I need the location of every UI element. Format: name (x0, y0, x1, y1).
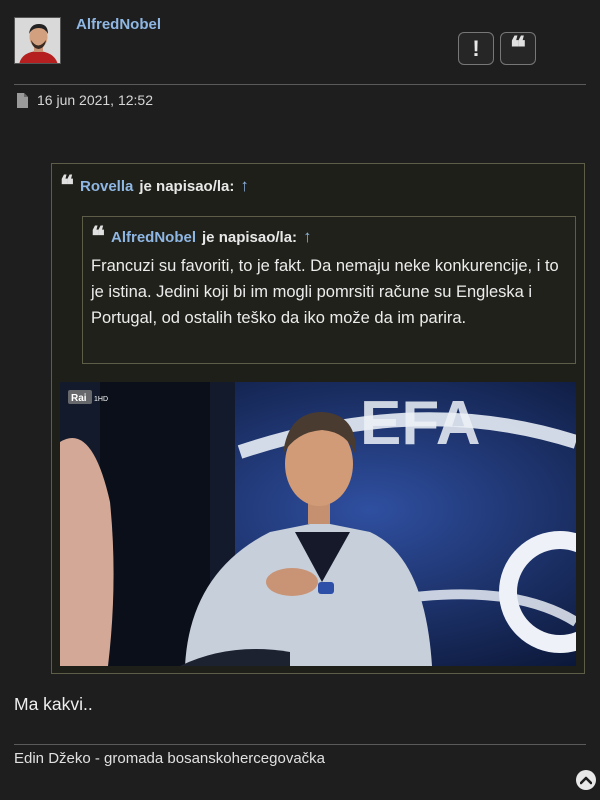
avatar[interactable] (14, 17, 61, 64)
nested-quote-block: ❝ AlfredNobel je napisao/la: ↑ Francuzi … (82, 216, 576, 364)
quote-icon: ❝ (91, 222, 105, 252)
avatar-image (15, 18, 60, 63)
quote-button[interactable]: ❝ (500, 32, 536, 65)
broadcaster-logo: Rai (71, 393, 87, 404)
post-date: 16 jun 2021, 12:52 (37, 92, 153, 108)
quote-author-link[interactable]: Rovella (80, 178, 133, 195)
quoted-image[interactable]: EFA Rai 1HD (60, 382, 576, 666)
quote-header: ❝ Rovella je napisao/la: ↑ (60, 171, 249, 201)
divider (14, 84, 586, 85)
signature-divider (14, 744, 586, 745)
post-body: Ma kakvi.. (14, 694, 93, 714)
quote-block: ❝ Rovella je napisao/la: ↑ ❝ AlfredNobel… (51, 163, 585, 674)
exclamation-icon: ! (472, 35, 480, 61)
nested-quote-author-link[interactable]: AlfredNobel (111, 229, 196, 246)
background-letters: EFA (360, 389, 481, 458)
file-icon (17, 92, 28, 108)
nested-quote-header: ❝ AlfredNobel je napisao/la: ↑ (91, 222, 567, 252)
signature: Edin Džeko - gromada bosanskohercegovačk… (14, 750, 326, 767)
scroll-to-top-button[interactable] (576, 770, 596, 790)
tv-still-image: EFA Rai 1HD (60, 382, 576, 666)
quote-icon: ❝ (60, 171, 74, 201)
nested-quote-text: Francuzi su favoriti, to je fakt. Da nem… (91, 257, 559, 327)
post-author[interactable]: AlfredNobel (76, 16, 161, 33)
report-button[interactable]: ! (458, 32, 494, 65)
quote-wrote-label: je napisao/la: (139, 177, 235, 195)
quote-icon: ❝ (509, 30, 527, 66)
nested-quote-wrote-label: je napisao/la: (202, 228, 298, 246)
post-actions: ! ❝ (458, 32, 536, 65)
broadcaster-logo-suffix: 1HD (94, 396, 108, 403)
jump-to-post-arrow[interactable]: ↑ (240, 176, 249, 196)
post-meta: 16 jun 2021, 12:52 (16, 92, 153, 108)
chevron-up-icon (580, 776, 592, 785)
jump-to-post-arrow[interactable]: ↑ (303, 227, 312, 247)
